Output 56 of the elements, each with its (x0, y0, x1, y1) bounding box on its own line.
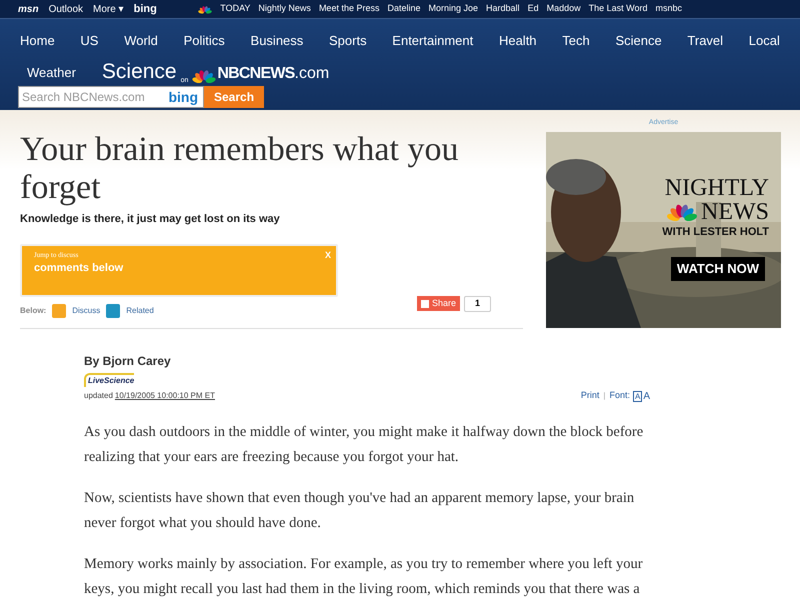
top-link[interactable]: TODAY (220, 2, 250, 16)
top-link[interactable]: Meet the Press (318, 2, 380, 16)
article-subtitle: Knowledge is there, it just may get lost on its way (20, 212, 281, 227)
article-paragraph: Memory works mainly by association. For example, as you try to remember where you left your keys, you might recall you last had them in the living room, which reminds you that there was a (84, 554, 644, 598)
ad-banner[interactable]: NIGHTLY NEWS WITH LESTER HOLT WATCH NOW (546, 132, 781, 328)
peacock-icon (666, 202, 698, 220)
top-link[interactable]: bing (134, 0, 157, 18)
peacock-icon (192, 69, 216, 83)
font-large-button[interactable]: A (643, 388, 650, 404)
nav-link[interactable]: Science (615, 31, 662, 50)
top-link[interactable]: Outlook (48, 2, 84, 16)
top-link[interactable]: Maddow (546, 2, 581, 16)
comments-label: comments below (34, 261, 124, 276)
below-label: Below: (20, 304, 46, 316)
below-link[interactable]: Related (126, 304, 154, 316)
share-count: 1 (464, 296, 491, 312)
section-title: Science (102, 58, 177, 84)
top-link[interactable]: More ▾ (93, 2, 124, 16)
ad-headline: NIGHTLY (664, 176, 769, 200)
ad-headline: NEWS (701, 200, 769, 224)
nav-link[interactable]: Politics (184, 31, 225, 50)
nav-link[interactable]: Local (748, 31, 780, 50)
font-small-button[interactable]: A (632, 390, 642, 402)
source-logo: LiveScience (84, 372, 134, 386)
nav-link[interactable]: Entertainment (392, 31, 474, 50)
top-link[interactable]: The Last Word (588, 2, 648, 16)
nav-link[interactable]: Home (20, 31, 55, 50)
nav-link[interactable]: Travel (687, 31, 724, 50)
below-link[interactable]: Discuss (72, 304, 100, 316)
nav-link[interactable]: US (80, 31, 98, 50)
nav-link[interactable]: Weather (27, 62, 76, 82)
updated-label: updated (84, 390, 113, 402)
nav-link[interactable]: World (124, 31, 158, 50)
nav-link[interactable]: Tech (562, 31, 590, 50)
font-label: Font: (609, 389, 630, 402)
byline: By Bjorn Carey (84, 352, 172, 370)
article-title: Your brain remembers what you forget (20, 131, 460, 207)
nav-link[interactable]: Health (498, 31, 537, 50)
separator: | (603, 390, 606, 402)
top-link[interactable]: Hardball (486, 2, 520, 16)
msn-logo[interactable]: msn (18, 2, 39, 16)
article-paragraph: Now, scientists have shown that even though you've had an apparent memory lapse, your brain never forgot what you should have done. (84, 488, 636, 532)
print-link[interactable]: Print (580, 389, 600, 403)
top-link[interactable]: Dateline (387, 2, 420, 16)
top-link[interactable]: Nightly News (258, 2, 311, 16)
ad-tagline: WITH LESTER HOLT (662, 224, 769, 240)
peacock-icon (198, 4, 212, 14)
article-paragraph: As you dash outdoors in the middle of winter, you might make it halfway down the block before realizing that your ears are freezing because you forgot your hat. (84, 422, 644, 466)
top-link[interactable]: Ed (528, 2, 539, 16)
article-date: 10/19/2005 10:00:10 PM ET (114, 390, 215, 402)
watch-now-button[interactable]: WATCH NOW (670, 257, 765, 280)
nav-link[interactable]: Sports (329, 31, 367, 50)
top-link[interactable]: msnbc (655, 2, 682, 16)
top-link[interactable]: Morning Joe (428, 2, 478, 16)
nbc-news-logo: NBCNEWS.com (217, 64, 330, 84)
nav-link[interactable]: Business (250, 31, 304, 50)
